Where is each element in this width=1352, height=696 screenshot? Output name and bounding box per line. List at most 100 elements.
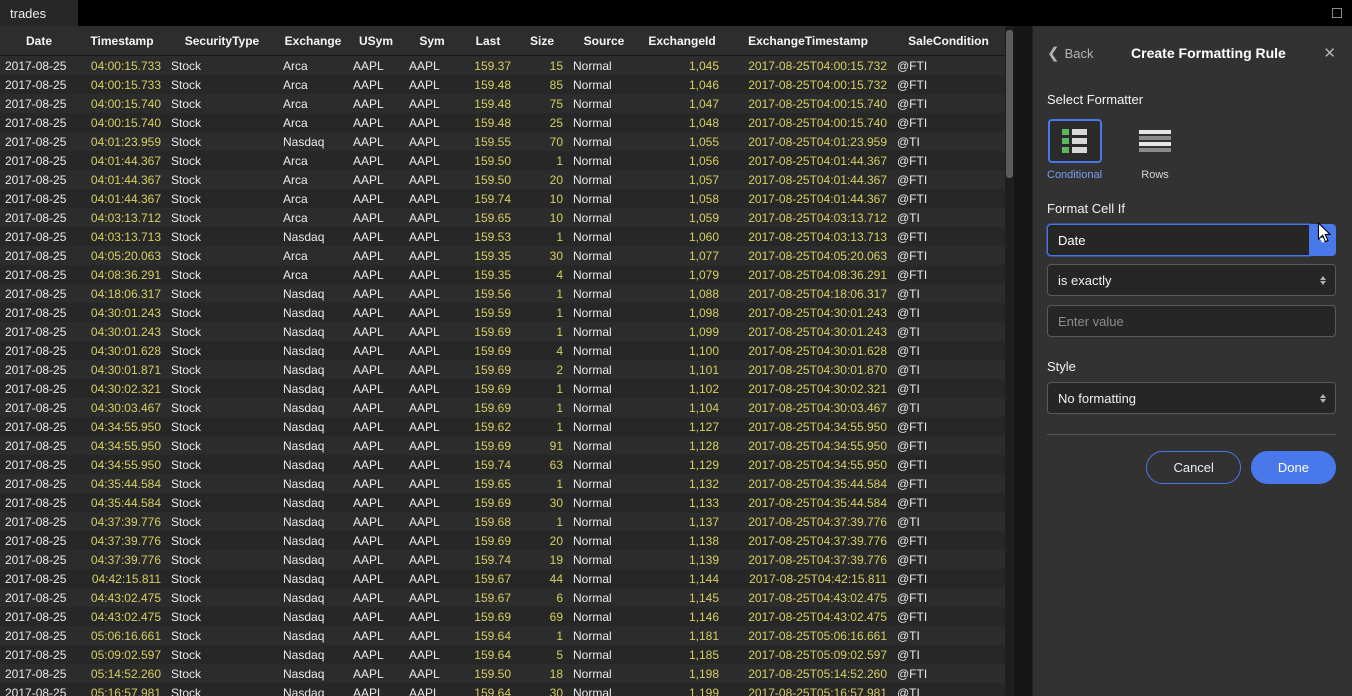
condition-select[interactable]: is exactly: [1047, 264, 1336, 296]
table-row[interactable]: 2017-08-2504:37:39.776StockNasdaqAAPLAAP…: [0, 550, 1005, 569]
table-cell: @FTI: [892, 97, 1005, 111]
column-header-sym[interactable]: Sym: [404, 34, 460, 48]
table-cell: 1,198: [640, 667, 724, 681]
table-row[interactable]: 2017-08-2504:34:55.950StockNasdaqAAPLAAP…: [0, 436, 1005, 455]
table-cell: Nasdaq: [278, 420, 348, 434]
table-cell: Nasdaq: [278, 306, 348, 320]
table-cell: AAPL: [348, 211, 404, 225]
column-combobox[interactable]: Date: [1047, 224, 1336, 256]
table-row[interactable]: 2017-08-2504:37:39.776StockNasdaqAAPLAAP…: [0, 512, 1005, 531]
column-combobox-dropdown-button[interactable]: [1310, 224, 1336, 256]
table-cell: Stock: [166, 591, 278, 605]
table-cell: @TI: [892, 211, 1005, 225]
table-cell: Arca: [278, 249, 348, 263]
table-cell: 19: [516, 553, 568, 567]
table-cell: AAPL: [348, 78, 404, 92]
table-cell: Stock: [166, 401, 278, 415]
table-row[interactable]: 2017-08-2504:08:36.291StockArcaAAPLAAPL1…: [0, 265, 1005, 284]
table-row[interactable]: 2017-08-2504:43:02.475StockNasdaqAAPLAAP…: [0, 588, 1005, 607]
table-row[interactable]: 2017-08-2504:00:15.733StockArcaAAPLAAPL1…: [0, 56, 1005, 75]
table-row[interactable]: 2017-08-2504:43:02.475StockNasdaqAAPLAAP…: [0, 607, 1005, 626]
column-header-source[interactable]: Source: [568, 34, 640, 48]
table-row[interactable]: 2017-08-2504:01:44.367StockArcaAAPLAAPL1…: [0, 151, 1005, 170]
tab-trades[interactable]: trades: [0, 0, 78, 26]
table-row[interactable]: 2017-08-2504:35:44.584StockNasdaqAAPLAAP…: [0, 493, 1005, 512]
table-cell: 2017-08-25: [0, 135, 78, 149]
table-cell: Normal: [568, 306, 640, 320]
table-cell: Stock: [166, 287, 278, 301]
table-cell: 1,045: [640, 59, 724, 73]
table-cell: 2017-08-25T04:01:44.367: [724, 173, 892, 187]
table-cell: Normal: [568, 667, 640, 681]
table-cell: 1: [516, 629, 568, 643]
table-row[interactable]: 2017-08-2504:42:15.811StockNasdaqAAPLAAP…: [0, 569, 1005, 588]
table-cell: 159.67: [460, 591, 516, 605]
column-header-usym[interactable]: USym: [348, 34, 404, 48]
table-row[interactable]: 2017-08-2504:30:03.467StockNasdaqAAPLAAP…: [0, 398, 1005, 417]
table-row[interactable]: 2017-08-2505:06:16.661StockNasdaqAAPLAAP…: [0, 626, 1005, 645]
table-cell: 1,058: [640, 192, 724, 206]
table-cell: 2017-08-25: [0, 667, 78, 681]
table-row[interactable]: 2017-08-2504:18:06.317StockNasdaqAAPLAAP…: [0, 284, 1005, 303]
table-cell: 1,144: [640, 572, 724, 586]
back-button[interactable]: ❮ Back: [1047, 46, 1093, 61]
table-row[interactable]: 2017-08-2504:01:44.367StockArcaAAPLAAPL1…: [0, 170, 1005, 189]
table-row[interactable]: 2017-08-2504:34:55.950StockNasdaqAAPLAAP…: [0, 417, 1005, 436]
maximize-icon[interactable]: [1332, 8, 1342, 18]
formatter-option-rows[interactable]: Rows: [1128, 119, 1182, 181]
table-row[interactable]: 2017-08-2504:01:44.367StockArcaAAPLAAPL1…: [0, 189, 1005, 208]
table-row[interactable]: 2017-08-2505:16:57.981StockNasdaqAAPLAAP…: [0, 683, 1005, 696]
value-input[interactable]: [1047, 305, 1336, 337]
vertical-scrollbar[interactable]: [1005, 26, 1014, 696]
column-header-date[interactable]: Date: [0, 34, 78, 48]
table-row[interactable]: 2017-08-2504:00:15.733StockArcaAAPLAAPL1…: [0, 75, 1005, 94]
table-row[interactable]: 2017-08-2504:03:13.713StockNasdaqAAPLAAP…: [0, 227, 1005, 246]
table-cell: 1,055: [640, 135, 724, 149]
table-cell: 05:14:52.260: [78, 667, 166, 681]
table-cell: AAPL: [348, 629, 404, 643]
table-cell: Nasdaq: [278, 591, 348, 605]
table-cell: Nasdaq: [278, 439, 348, 453]
column-header-size[interactable]: Size: [516, 34, 568, 48]
column-header-exchange[interactable]: Exchange: [278, 34, 348, 48]
table-cell: 2017-08-25: [0, 439, 78, 453]
table-row[interactable]: 2017-08-2504:37:39.776StockNasdaqAAPLAAP…: [0, 531, 1005, 550]
column-header-last[interactable]: Last: [460, 34, 516, 48]
table-cell: @TI: [892, 344, 1005, 358]
table-row[interactable]: 2017-08-2504:30:01.871StockNasdaqAAPLAAP…: [0, 360, 1005, 379]
done-button[interactable]: Done: [1251, 451, 1336, 484]
table-row[interactable]: 2017-08-2504:03:13.712StockArcaAAPLAAPL1…: [0, 208, 1005, 227]
vertical-scrollbar-thumb[interactable]: [1006, 30, 1013, 178]
table-cell: 2017-08-25T04:43:02.475: [724, 591, 892, 605]
table-cell: Arca: [278, 192, 348, 206]
table-cell: Nasdaq: [278, 572, 348, 586]
table-cell: 1: [516, 382, 568, 396]
cancel-button[interactable]: Cancel: [1146, 451, 1240, 484]
format-cell-if-label: Format Cell If: [1047, 201, 1336, 216]
column-header-securitytype[interactable]: SecurityType: [166, 34, 278, 48]
table-row[interactable]: 2017-08-2504:00:15.740StockArcaAAPLAAPL1…: [0, 113, 1005, 132]
table-row[interactable]: 2017-08-2504:30:02.321StockNasdaqAAPLAAP…: [0, 379, 1005, 398]
table-cell: 2017-08-25: [0, 287, 78, 301]
column-header-exchangeid[interactable]: ExchangeId: [640, 34, 724, 48]
column-header-exchangetimestamp[interactable]: ExchangeTimestamp: [724, 34, 892, 48]
table-row[interactable]: 2017-08-2504:34:55.950StockNasdaqAAPLAAP…: [0, 455, 1005, 474]
column-combobox-value[interactable]: Date: [1047, 224, 1310, 256]
table-row[interactable]: 2017-08-2504:01:23.959StockNasdaqAAPLAAP…: [0, 132, 1005, 151]
column-header-timestamp[interactable]: Timestamp: [78, 34, 166, 48]
table-row[interactable]: 2017-08-2504:30:01.628StockNasdaqAAPLAAP…: [0, 341, 1005, 360]
table-cell: 2017-08-25T04:03:13.712: [724, 211, 892, 225]
table-row[interactable]: 2017-08-2504:30:01.243StockNasdaqAAPLAAP…: [0, 322, 1005, 341]
table-cell: Nasdaq: [278, 515, 348, 529]
column-header-salecondition[interactable]: SaleCondition: [892, 34, 1005, 48]
table-row[interactable]: 2017-08-2505:09:02.597StockNasdaqAAPLAAP…: [0, 645, 1005, 664]
formatter-option-conditional[interactable]: Conditional: [1047, 119, 1102, 181]
table-row[interactable]: 2017-08-2504:30:01.243StockNasdaqAAPLAAP…: [0, 303, 1005, 322]
table-row[interactable]: 2017-08-2504:35:44.584StockNasdaqAAPLAAP…: [0, 474, 1005, 493]
table-row[interactable]: 2017-08-2505:14:52.260StockNasdaqAAPLAAP…: [0, 664, 1005, 683]
table-row[interactable]: 2017-08-2504:00:15.740StockArcaAAPLAAPL1…: [0, 94, 1005, 113]
table-cell: Nasdaq: [278, 610, 348, 624]
table-row[interactable]: 2017-08-2504:05:20.063StockArcaAAPLAAPL1…: [0, 246, 1005, 265]
style-select[interactable]: No formatting: [1047, 382, 1336, 414]
close-icon[interactable]: ✕: [1323, 46, 1336, 61]
